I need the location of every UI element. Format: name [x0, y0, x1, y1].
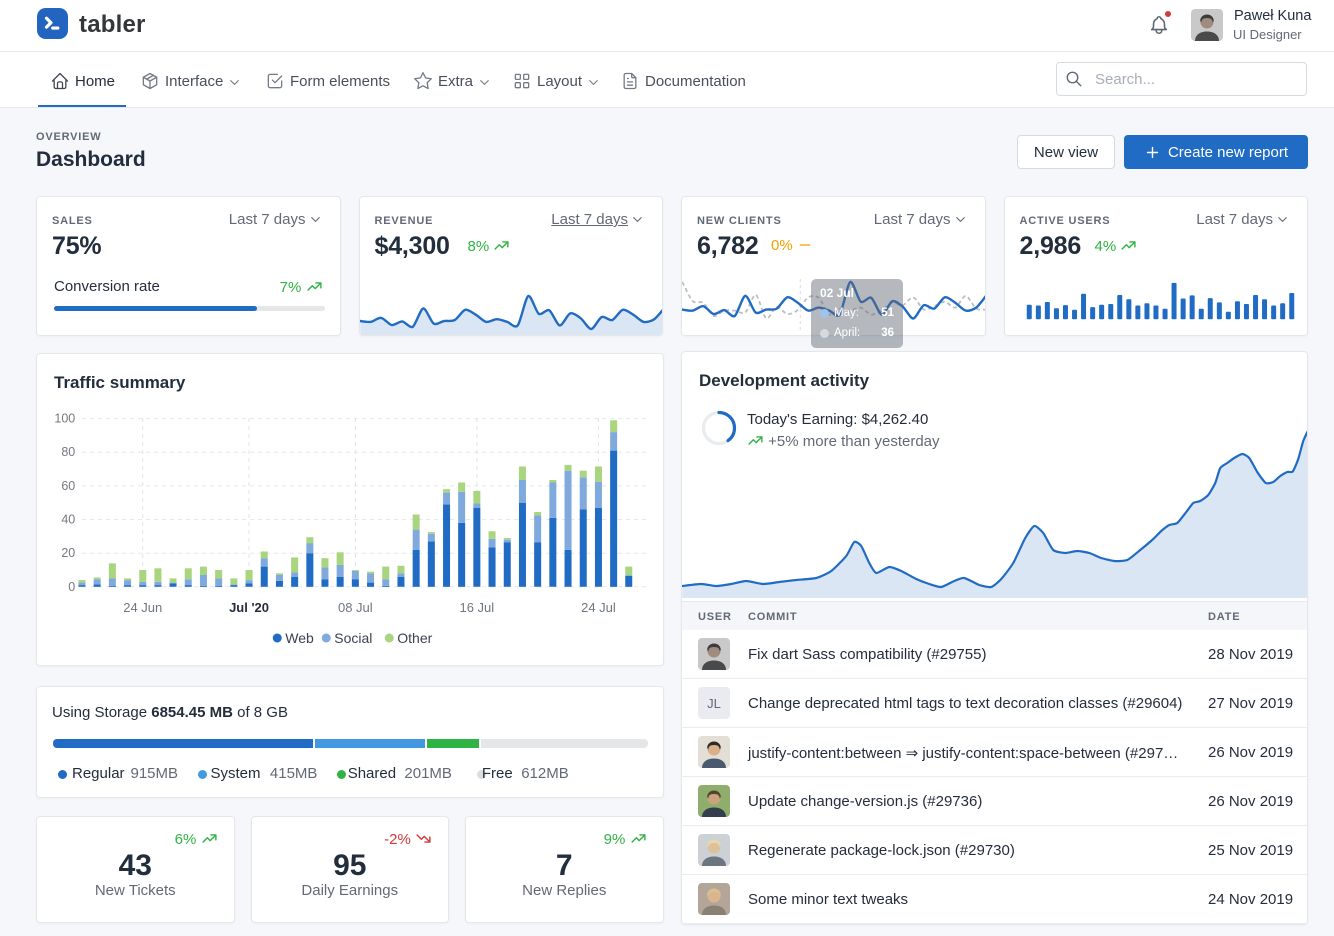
svg-text:100: 100	[54, 412, 75, 426]
svg-text:16 Jul: 16 Jul	[459, 600, 494, 615]
svg-text:80: 80	[61, 445, 75, 459]
svg-text:Other: Other	[397, 630, 432, 646]
svg-text:Web: Web	[285, 630, 314, 646]
svg-text:24 Jun: 24 Jun	[123, 600, 162, 615]
svg-text:08 Jul: 08 Jul	[338, 600, 373, 615]
svg-text:Jul '20: Jul '20	[229, 600, 269, 615]
svg-text:24 Jul: 24 Jul	[581, 600, 616, 615]
svg-text:40: 40	[61, 513, 75, 527]
svg-text:0: 0	[68, 580, 75, 594]
svg-text:Social: Social	[334, 630, 372, 646]
svg-text:60: 60	[61, 479, 75, 493]
svg-text:20: 20	[61, 546, 75, 560]
